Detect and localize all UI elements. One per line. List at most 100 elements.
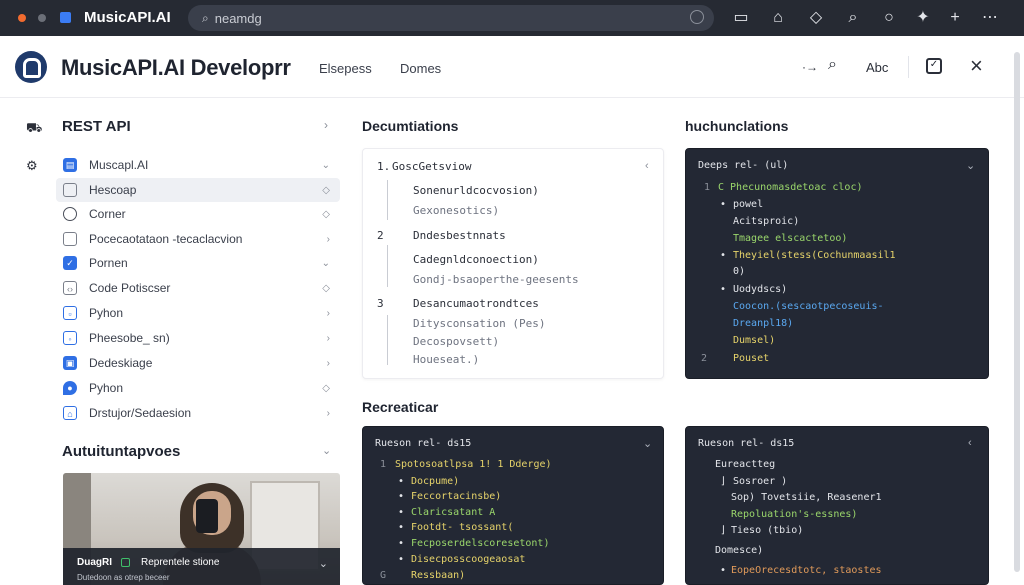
chevron-down-icon[interactable]: ⌄ xyxy=(643,437,652,450)
settings-icon: ⚙ xyxy=(26,158,38,173)
menu-icon[interactable]: ⋯ xyxy=(980,8,1000,28)
chevron-icon: ◇ xyxy=(322,208,330,220)
chevron-left-icon[interactable]: ‹ xyxy=(968,437,972,449)
square-icon xyxy=(63,232,77,246)
sidebar-item-label: Pornen xyxy=(89,256,128,270)
tab-title[interactable]: MusicAPI.AI xyxy=(84,9,171,26)
chevron-icon: ◇ xyxy=(322,382,330,394)
image-caption[interactable]: DuagRI Reprentele stione Dutedoon as otr… xyxy=(63,548,340,585)
window-close-dot[interactable] xyxy=(18,14,26,22)
circle-icon xyxy=(63,207,77,221)
doc-line[interactable]: Houeseat.) xyxy=(413,353,479,366)
doc-line[interactable]: Decospovsett) xyxy=(413,335,499,348)
code-line: Dumsel) xyxy=(733,335,776,346)
code-line: C Phecunomasdetoac cloc) xyxy=(718,182,863,193)
sidebar-item[interactable]: Corner ◇ xyxy=(56,202,340,226)
sidebar-item-label: Dedeskiage xyxy=(89,356,153,370)
circle-icon: ◦ xyxy=(63,331,77,345)
shield-icon: ● xyxy=(63,381,77,395)
chevron-icon: › xyxy=(326,332,330,344)
code-panel[interactable]: Rueson rel- ds15 ‹ xyxy=(685,426,989,585)
tab-favicon-icon xyxy=(60,12,71,23)
chevron-down-icon: ⌄ xyxy=(321,159,330,171)
chevron-down-icon[interactable]: ⌄ xyxy=(322,444,331,457)
sidebar-item[interactable]: ◦ Pheesobe_ sn) › xyxy=(56,326,340,350)
sidebar-item[interactable]: ▣ Dedeskiage › xyxy=(56,351,340,375)
nav-link-2[interactable]: Domes xyxy=(400,61,441,76)
sidebar-item[interactable]: Pocecaotataon -tecaclacvion › xyxy=(56,227,340,251)
sidebar-item[interactable]: ▫ Pyhon › xyxy=(56,301,340,325)
chevron-down-icon: ⌄ xyxy=(321,257,330,269)
app-header: MusicAPI.AI Developrr Elsepess Domes ·→ … xyxy=(0,36,1024,98)
window-minimize-dot[interactable] xyxy=(38,14,46,22)
code-line: Footdt- tsossant( xyxy=(411,522,514,533)
check-icon xyxy=(121,558,130,567)
doc-line[interactable]: Sonenurldcocvosion) xyxy=(413,184,539,197)
doc-line[interactable]: Dndesbestnnats xyxy=(413,229,506,242)
sidebar-item[interactable]: ⌂ Drstujor/Sedaesion › xyxy=(56,401,340,425)
checkbox-icon[interactable]: ✓ xyxy=(926,58,942,74)
chevron-icon[interactable]: › xyxy=(324,118,328,132)
tree-line xyxy=(387,315,388,365)
home-icon[interactable]: ⌂ xyxy=(768,8,788,28)
address-text: neamdg xyxy=(214,10,262,26)
chevron-left-icon[interactable]: ‹ xyxy=(645,160,649,172)
doc-line[interactable]: Ditysconsation (Pes) xyxy=(413,317,545,330)
doc-line[interactable]: Gondj-bsaoperthe-geesents xyxy=(413,273,579,286)
code-line: Dreanpl18) xyxy=(733,318,794,329)
doc-line[interactable]: Cadegnldconoection) xyxy=(413,253,539,266)
code-bullet: • xyxy=(398,522,405,533)
chevron-icon: › xyxy=(326,407,330,419)
reload-icon[interactable] xyxy=(690,10,704,24)
logo-icon[interactable] xyxy=(15,51,47,83)
chevron-down-icon[interactable]: ⌄ xyxy=(319,557,328,570)
address-bar[interactable]: ⌕ neamdg xyxy=(188,5,714,31)
code-line: Sosroer ) xyxy=(733,476,788,487)
page-scrollbar[interactable] xyxy=(1014,52,1020,572)
code-panel-header: Rueson rel- ds15 xyxy=(698,438,795,449)
chevron-icon: ◇ xyxy=(322,184,330,196)
doc-line[interactable]: Desancumaotrondtces xyxy=(413,297,539,310)
close-icon[interactable]: × xyxy=(970,53,983,79)
sidebar-item[interactable]: ✓ Pornen ⌄ xyxy=(56,251,340,275)
language-text[interactable]: Abc xyxy=(866,60,888,75)
code-line: Coocon.(sescaotpecoseuis- xyxy=(733,301,884,312)
search-icon[interactable]: ⌕ xyxy=(828,56,837,74)
square-icon xyxy=(63,183,77,197)
code-bullet: ⌋ xyxy=(720,476,727,487)
circle-icon[interactable]: ○ xyxy=(879,8,899,28)
doc-line[interactable]: Gexonesotics) xyxy=(413,204,499,217)
code-line: Spotosoatlpsa 1! 1 Dderge) xyxy=(395,459,552,470)
code-bullet: • xyxy=(720,565,727,576)
chevron-icon: › xyxy=(326,307,330,319)
code-line: Claricsatant A xyxy=(411,507,496,518)
sidebar-item-label: Pheesobe_ sn) xyxy=(89,331,170,345)
arrow-icon[interactable]: ·→ xyxy=(802,60,818,74)
new-tab-icon[interactable]: + xyxy=(945,8,965,28)
shield-icon[interactable]: ◇ xyxy=(806,8,826,28)
code-bullet: • xyxy=(720,250,727,261)
chevron-down-icon[interactable]: ⌄ xyxy=(966,159,975,172)
sidebar-item[interactable]: Hescoap ◇ xyxy=(56,178,340,202)
nav-link-1[interactable]: Elsepess xyxy=(319,61,372,76)
sidebar-item[interactable]: ‹› Code Potiscser ◇ xyxy=(56,276,340,300)
code-line: Disecposscoogeaosat xyxy=(411,554,526,565)
caption-label: DuagRI xyxy=(77,557,112,568)
line-number: 1 xyxy=(704,182,711,193)
api-icon: ⛟ xyxy=(26,120,43,135)
code-bullet: • xyxy=(398,491,405,502)
check-icon: ✓ xyxy=(63,256,77,270)
search-icon[interactable]: ⌕ xyxy=(843,8,863,28)
code-line: Sop) Tovetsiie, Reasener1 xyxy=(731,492,882,503)
reader-icon[interactable]: ▭ xyxy=(731,8,751,28)
doc-line[interactable]: GoscGetsviow xyxy=(392,160,471,173)
sidebar-item-label: Muscapl.AI xyxy=(89,158,149,172)
extension-icon[interactable]: ✦ xyxy=(913,8,933,28)
sidebar-item[interactable]: ● Pyhon ◇ xyxy=(56,376,340,400)
doc-icon: ▤ xyxy=(63,158,77,172)
line-number: 2 xyxy=(701,353,708,364)
sidebar-item-label: Pocecaotataon -tecaclacvion xyxy=(89,232,243,246)
doc-num: 3 xyxy=(377,297,384,310)
sidebar-item[interactable]: ▤ Muscapl.AI ⌄ xyxy=(56,153,340,177)
tree-line xyxy=(387,245,388,287)
